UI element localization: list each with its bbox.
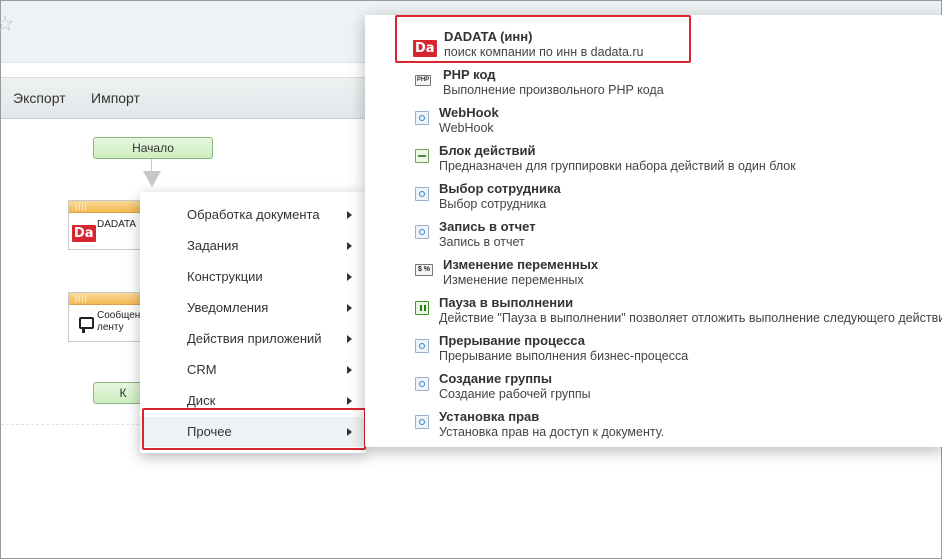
message-activity-block[interactable]: |||| Сообщен ленту [68,292,148,342]
chevron-right-icon [347,242,352,250]
submenu-item-dadata[interactable]: Da DADATA (инн) поиск компании по инн в … [365,27,942,65]
activity-label: Сообщен ленту [97,310,141,333]
activity-icon [415,377,429,391]
submenu-item-report-entry[interactable]: Запись в отчет Запись в отчет [365,217,942,255]
menu-item-constructions[interactable]: Конструкции [140,262,366,292]
activity-icon [415,415,429,429]
activity-icon [415,225,429,239]
activity-icon [415,187,429,201]
dadata-activity-block[interactable]: |||| Da DADATA [68,200,148,250]
add-activity-arrow-icon[interactable] [143,171,161,187]
chevron-right-icon [347,335,352,343]
activity-label: DADATA [97,219,137,230]
menu-item-tasks[interactable]: Задания [140,231,366,261]
submenu-item-php-code[interactable]: PHP PHP код Выполнение произвольного PHP… [365,65,942,103]
block-icon [415,149,429,163]
activity-icon [415,339,429,353]
variable-icon: $ % [415,264,433,276]
other-activities-submenu: Da DADATA (инн) поиск компании по инн в … [365,15,942,447]
import-button[interactable]: Импорт [91,90,140,106]
submenu-item-action-block[interactable]: Блок действий Предназначен для группиров… [365,141,942,179]
submenu-item-change-variables[interactable]: $ % Изменение переменных Изменение перем… [365,255,942,293]
submenu-item-pause[interactable]: Пауза в выполнении Действие "Пауза в вып… [365,293,942,331]
activity-icon [415,111,429,125]
activity-category-menu: Обработка документа Задания Конструкции … [140,192,366,453]
submenu-item-terminate-process[interactable]: Прерывание процесса Прерывание выполнени… [365,331,942,369]
menu-item-notifications[interactable]: Уведомления [140,293,366,323]
block-drag-handle[interactable]: |||| [69,293,147,305]
menu-item-other[interactable]: Прочее [140,417,366,447]
menu-item-crm[interactable]: CRM [140,355,366,385]
submenu-item-set-permissions[interactable]: Установка прав Установка прав на доступ … [365,407,942,445]
workflow-start-node[interactable]: Начало [93,137,213,159]
dadata-logo-icon: Da [413,40,437,57]
menu-item-app-actions[interactable]: Действия приложений [140,324,366,354]
chevron-right-icon [347,397,352,405]
chevron-right-icon [347,428,352,436]
chevron-right-icon [347,366,352,374]
message-icon [79,317,94,333]
submenu-item-select-employee[interactable]: Выбор сотрудника Выбор сотрудника [365,179,942,217]
dadata-logo-icon: Da [72,225,96,242]
pause-icon [415,301,429,315]
menu-item-document-processing[interactable]: Обработка документа [140,200,366,230]
chevron-right-icon [347,211,352,219]
submenu-item-webhook[interactable]: WebHook WebHook [365,103,942,141]
submenu-item-create-group[interactable]: Создание группы Создание рабочей группы [365,369,942,407]
php-icon: PHP [415,75,431,86]
chevron-right-icon [347,273,352,281]
menu-item-disk[interactable]: Диск [140,386,366,416]
chevron-right-icon [347,304,352,312]
export-button[interactable]: Экспорт [13,90,66,106]
block-drag-handle[interactable]: |||| [69,201,147,213]
star-icon[interactable]: ☆ [0,11,15,37]
